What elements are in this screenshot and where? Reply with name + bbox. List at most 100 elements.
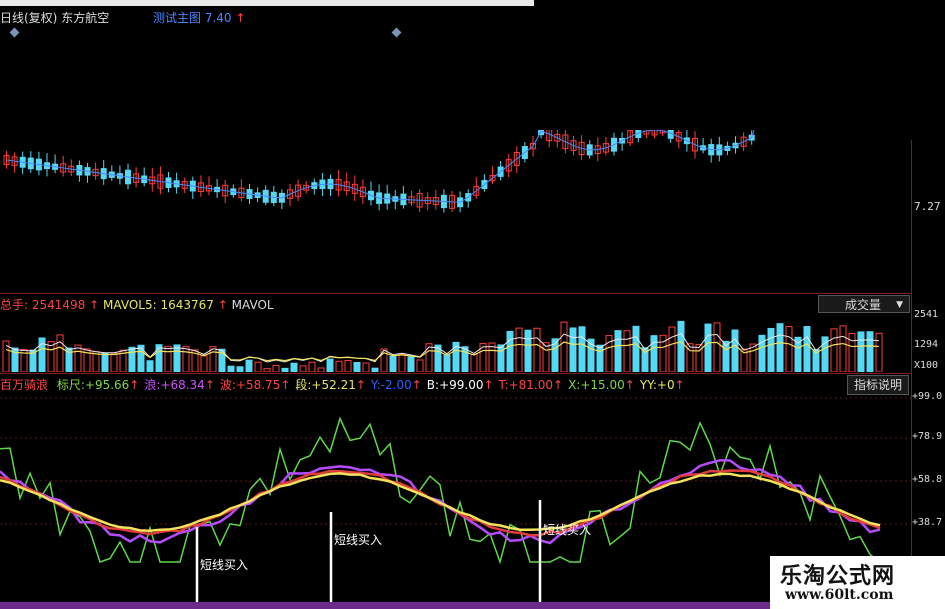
volume-bar [308,361,316,372]
volume-bar [524,329,532,372]
volume-bar [767,327,775,372]
stock-name: 东方航空 [61,11,110,25]
volume-bar [101,352,109,372]
volume-bar [263,368,271,372]
volume-bar [623,330,631,372]
volume-bar [704,323,712,372]
diamond-marker-icon[interactable] [9,27,20,38]
test-indicator-value: 7.40 [204,11,232,25]
indicator-field: 波:+58.75 [219,378,281,392]
buy-signal-label: 短线买入 [200,558,249,572]
volume-bar [389,355,397,372]
test-indicator-row: 测试主图 7.40 ↑ [153,9,245,25]
volume-bar [497,344,505,372]
indicator-panel-divider [0,373,911,374]
window-top-strip [0,0,534,6]
mavol5-line [5,333,880,363]
volume-axis-label-top: 2541 [914,309,939,320]
buy-signal-label: 短线买入 [334,533,383,547]
volume-bar [515,327,523,372]
total-volume-label: 总手: [0,298,29,312]
volume-bar [875,332,883,372]
indicator-axis-label: +58.8 [912,474,943,485]
volume-bar [245,359,253,372]
dropdown-selected-value: 成交量 [845,298,882,312]
volume-bar [335,360,343,372]
price-axis-line [911,140,912,602]
watermark-text: 乐淘公式网 [780,563,896,589]
volume-bar [362,362,370,372]
volume-bar [506,330,514,372]
volume-bar [569,327,577,372]
volume-bar [866,331,874,372]
indicator-field: B:+99.00 [426,378,484,392]
volume-bar [803,326,811,372]
volume-header: 总手: 2541498 ↑ MAVOL5: 1643767 ↑ MAVOL [0,296,274,313]
diamond-marker-icon[interactable] [391,27,402,38]
volume-bar [155,344,163,372]
up-arrow-icon: ↑ [204,378,215,392]
price-ma-line [6,130,755,203]
volume-bar [398,353,406,372]
volume-bar [182,346,190,372]
indicator-axis-label: +99.0 [912,391,943,402]
volume-bar [785,325,793,372]
bottom-scroll-bar[interactable] [0,602,770,609]
volume-bar [353,361,361,372]
indicator-axis-label: +38.7 [912,517,943,528]
price-axis-label: 7.27 [914,200,941,213]
watermark-logo: 乐淘公式网 www.60lt.com [770,556,945,609]
up-arrow-icon: ↑ [553,378,564,392]
indicator-field: X:+15.00 [568,378,625,392]
volume-bar [560,321,568,372]
volume-bar [227,365,235,372]
mavol5-label: MAVOL5: [103,298,157,312]
volume-bar [236,366,244,372]
volume-bar [857,331,865,372]
volume-bar [776,323,784,372]
volume-bar [173,344,181,372]
volume-bar [596,344,604,372]
volume-bar [128,346,136,372]
indicator-header: 百万骑浪 标尺:+95.66↑ 浪:+68.34↑ 波:+58.75↑ 段:+52.2… [0,376,685,393]
up-arrow-icon: ↑ [217,298,228,312]
volume-bar [830,328,838,372]
yellow-line [0,472,881,532]
period-label[interactable]: 日线(复权) [0,11,57,25]
volume-panel-divider [0,293,911,294]
indicator-select-dropdown[interactable]: 成交量 ▼ [818,295,910,313]
volume-bar [668,326,676,372]
buy-signal-label: 短线买入 [543,523,592,537]
total-volume-value: 2541498 [31,298,86,312]
indicator-field: 段:+52.21 [295,378,356,392]
volume-bar [632,325,640,372]
volume-bar [146,360,154,372]
up-arrow-icon: ↑ [89,298,100,312]
volume-bar [839,325,847,372]
volume-bar [794,336,802,372]
volume-bar [281,367,289,372]
volume-bar [371,367,379,372]
up-arrow-icon: ↑ [235,11,246,25]
volume-bar [479,342,487,372]
indicator-field: T:+81.00 [498,378,554,392]
volume-bar [74,344,82,372]
up-arrow-icon: ↑ [674,378,685,392]
caret-down-icon: ▼ [896,300,903,310]
volume-bar [731,329,739,372]
watermark-url: www.60lt.com [785,587,894,603]
volume-bar [542,342,550,372]
volume-chart[interactable] [0,316,911,372]
volume-bar [254,361,262,372]
volume-bar [110,352,118,372]
candlestick-chart[interactable] [0,130,911,280]
volume-bar [317,367,325,372]
indicator-field: YY:+0 [639,378,675,392]
up-arrow-icon: ↑ [355,378,366,392]
volume-bar [848,332,856,372]
volume-bar [650,335,658,372]
up-arrow-icon: ↑ [483,378,494,392]
volume-bar [164,345,172,372]
volume-bar [56,334,64,372]
volume-bar [290,362,298,372]
